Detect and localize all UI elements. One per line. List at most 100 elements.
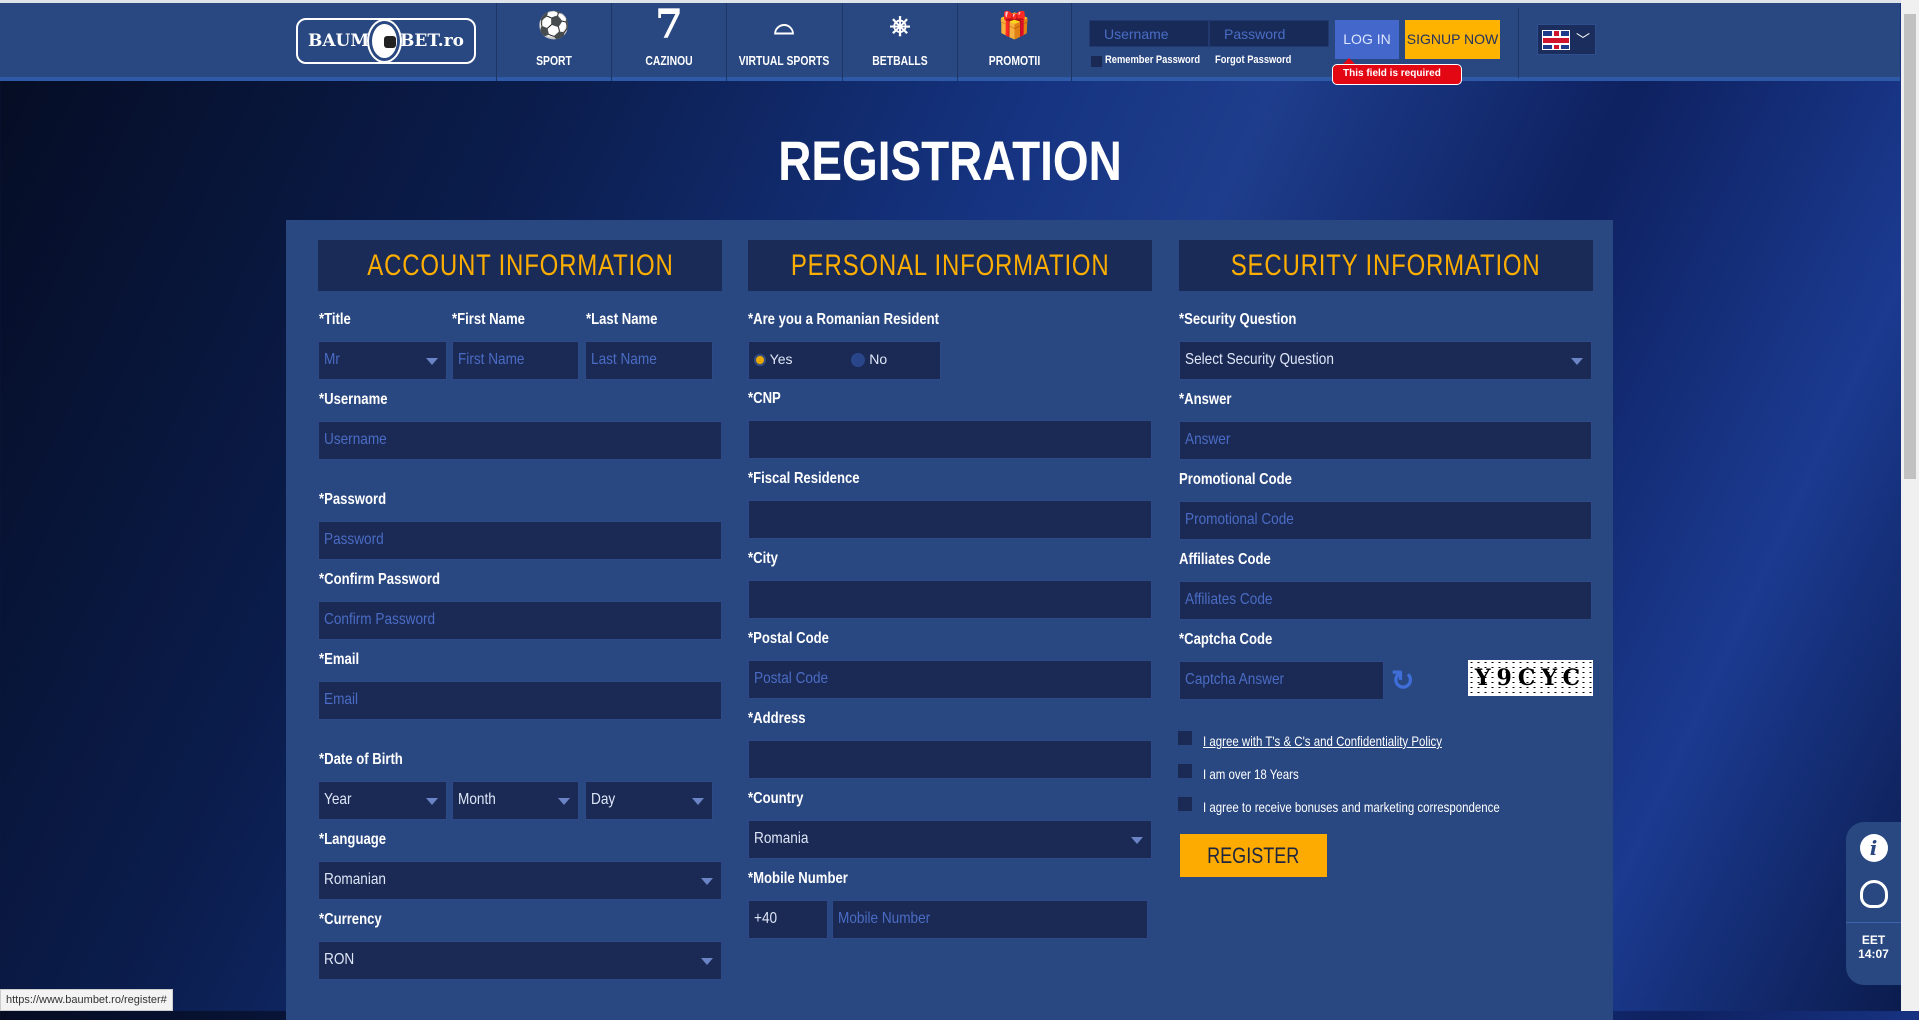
header-password-input[interactable]: Password [1209, 20, 1329, 47]
country-label: *Country [748, 790, 804, 807]
answer-label: *Answer [1179, 391, 1232, 408]
month-select[interactable]: Month [452, 781, 579, 820]
soccer-ball-logo-icon [369, 21, 400, 61]
captcha-input[interactable]: Captcha Answer [1179, 661, 1384, 700]
currency-label: *Currency [319, 911, 382, 928]
year-select[interactable]: Year [318, 781, 447, 820]
account-column: ACCOUNT INFORMATION [318, 240, 722, 291]
username-label: *Username [319, 391, 388, 408]
no-label: No [869, 351, 888, 367]
first-name-input[interactable]: First Name [452, 341, 579, 380]
promo-label: Promotional Code [1179, 471, 1292, 488]
register-button[interactable]: REGISTER [1180, 834, 1327, 877]
personal-column: PERSONAL INFORMATION [748, 240, 1152, 291]
nav-label: VIRTUAL SPORTS [738, 53, 830, 68]
answer-input[interactable]: Answer [1179, 421, 1592, 460]
nav-cazinou[interactable]: 7 CAZINOU [611, 3, 726, 81]
gift-icon: 🎁 [998, 10, 1031, 40]
password-input[interactable]: Password [318, 521, 722, 560]
postal-label: *Postal Code [748, 630, 829, 647]
title-select[interactable]: Mr [318, 341, 447, 380]
info-icon[interactable]: i [1859, 834, 1888, 862]
nav-sport[interactable]: ⚽ SPORT [496, 3, 611, 81]
nav-label: PROMOTII [988, 53, 1041, 68]
nav-label: CAZINOU [645, 53, 693, 68]
logo-right-text: BET.ro [400, 31, 464, 51]
dropdown-caret-icon [701, 958, 713, 965]
dropdown-caret-icon [701, 878, 713, 885]
signup-button[interactable]: SIGNUP NOW [1405, 20, 1500, 59]
email-input[interactable]: Email [318, 681, 722, 720]
account-heading: ACCOUNT INFORMATION [318, 240, 722, 291]
nav-virtual-sports[interactable]: ⌓ VIRTUAL SPORTS [726, 3, 841, 81]
city-input[interactable] [748, 580, 1152, 619]
forgot-password-link[interactable]: Forgot Password [1215, 54, 1291, 66]
nav-label: BETBALLS [872, 53, 928, 68]
city-label: *City [748, 550, 778, 567]
scrollbar-thumb[interactable] [1904, 14, 1916, 479]
day-select[interactable]: Day [585, 781, 713, 820]
remember-checkbox[interactable] [1091, 56, 1102, 67]
language-selector[interactable]: ﹀ [1537, 24, 1596, 55]
mobile-number-input[interactable]: Mobile Number [832, 900, 1148, 939]
first-name-label: *First Name [452, 311, 525, 328]
confirm-password-label: *Confirm Password [319, 571, 441, 588]
email-label: *Email [319, 651, 360, 668]
terms-checkbox[interactable] [1178, 731, 1192, 745]
title-label: *Title [319, 311, 351, 328]
no-radio[interactable] [851, 353, 866, 368]
fiscal-residence-input[interactable] [748, 500, 1152, 539]
language-label: *Language [319, 831, 387, 848]
status-bar-url: https://www.baumbet.ro/register# [0, 989, 173, 1011]
support-headset-icon[interactable] [1859, 880, 1888, 908]
mobile-prefix[interactable]: +40 [748, 900, 828, 939]
security-question-select[interactable]: Select Security Question [1179, 341, 1592, 380]
last-name-input[interactable]: Last Name [585, 341, 713, 380]
currency-select[interactable]: RON [318, 941, 722, 980]
nav-promotii[interactable]: 🎁 PROMOTII [957, 3, 1072, 81]
security-question-label: *Security Question [1179, 311, 1297, 328]
baumbet-logo[interactable]: BAUM BET.ro [296, 18, 476, 64]
side-widget: i EET 14:07 [1846, 822, 1901, 985]
dropdown-caret-icon [426, 798, 438, 805]
fiscal-label: *Fiscal Residence [748, 470, 860, 487]
personal-heading: PERSONAL INFORMATION [748, 240, 1152, 291]
yes-label: Yes [769, 351, 793, 367]
dropdown-caret-icon [1571, 358, 1583, 365]
header-divider [1518, 8, 1519, 78]
dropdown-caret-icon [426, 358, 438, 365]
nav-label: SPORT [536, 53, 572, 68]
resident-label: *Are you a Romanian Resident [748, 311, 940, 328]
timezone-label: EET [1861, 933, 1886, 947]
nav-betballs[interactable]: ⎈ BETBALLS [842, 3, 957, 81]
cnp-input[interactable] [748, 420, 1152, 459]
marketing-checkbox[interactable] [1178, 797, 1192, 811]
terms-link[interactable]: I agree with T's & C's and Confidentiali… [1203, 733, 1442, 749]
confirm-password-input[interactable]: Confirm Password [318, 601, 722, 640]
address-input[interactable] [748, 740, 1152, 779]
header-username-input[interactable]: Username [1089, 20, 1209, 47]
dropdown-caret-icon [558, 798, 570, 805]
uk-flag-icon [1542, 29, 1570, 50]
page-title: REGISTRATION [778, 129, 1122, 192]
marketing-label: I agree to receive bonuses and marketing… [1203, 799, 1500, 815]
postal-code-input[interactable]: Postal Code [748, 660, 1152, 699]
captcha-label: *Captcha Code [1179, 631, 1273, 648]
security-heading: SECURITY INFORMATION [1179, 240, 1593, 291]
language-select[interactable]: Romanian [318, 861, 722, 900]
yes-radio[interactable] [754, 354, 766, 367]
soccer-ball-icon: ⚽ [537, 10, 571, 40]
remember-label: Remember Password [1105, 54, 1201, 66]
age-label: I am over 18 Years [1203, 766, 1299, 782]
promo-code-input[interactable]: Promotional Code [1179, 501, 1592, 540]
refresh-captcha-icon[interactable]: ↻ [1391, 664, 1414, 697]
mobile-label: *Mobile Number [748, 870, 848, 887]
ferris-wheel-icon: ⎈ [889, 10, 911, 40]
affiliates-code-input[interactable]: Affiliates Code [1179, 581, 1592, 620]
username-input[interactable]: Username [318, 421, 722, 460]
cnp-label: *CNP [748, 390, 781, 407]
error-tooltip: This field is required [1332, 58, 1462, 85]
country-select[interactable]: Romania [748, 820, 1152, 859]
login-button[interactable]: LOG IN [1335, 20, 1399, 59]
age-checkbox[interactable] [1178, 764, 1192, 778]
